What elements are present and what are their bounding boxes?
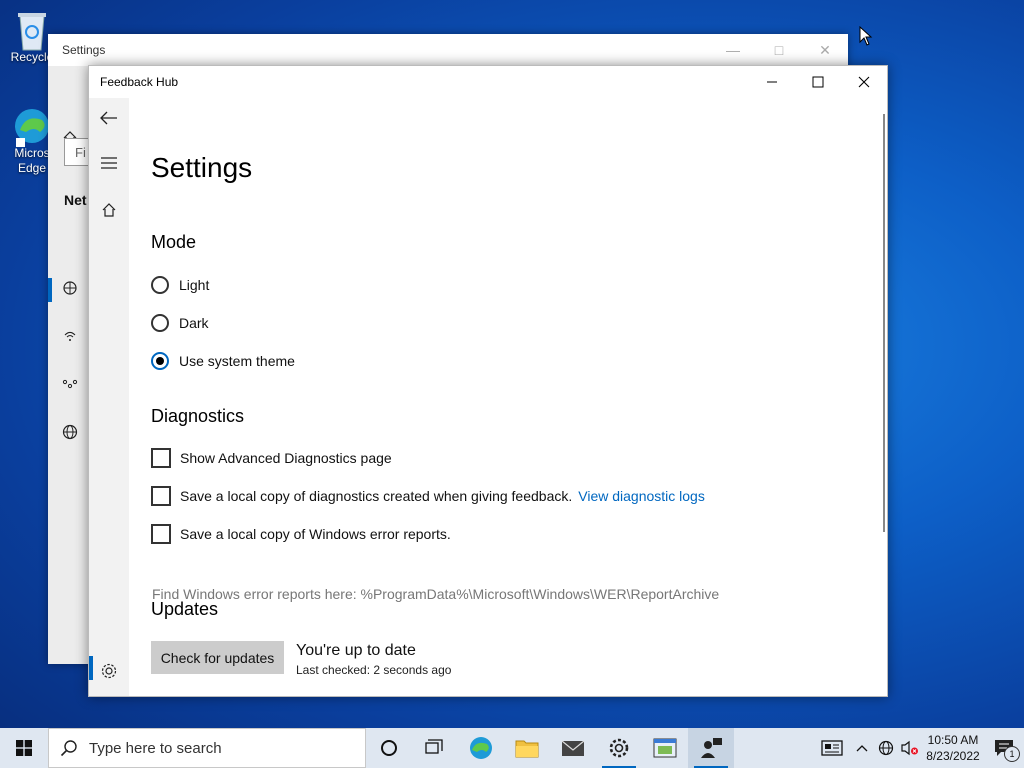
close-button[interactable]: ✕ — [802, 34, 848, 66]
taskbar-file-explorer[interactable] — [504, 728, 550, 768]
last-checked: Last checked: 2 seconds ago — [296, 663, 452, 677]
volume-muted-icon[interactable] — [898, 728, 922, 768]
checkbox-label: Show Advanced Diagnostics page — [180, 450, 392, 466]
system-tray: 10:50 AM 8/23/2022 1 — [814, 728, 1024, 768]
clock-time: 10:50 AM — [927, 733, 979, 747]
search-placeholder: Type here to search — [89, 739, 222, 757]
error-reports-hint: Find Windows error reports here: %Progra… — [152, 586, 720, 602]
checkbox[interactable] — [151, 524, 171, 544]
clock-date: 8/23/2022 — [926, 749, 980, 763]
mouse-cursor-icon — [859, 26, 873, 46]
search-icon — [49, 739, 89, 757]
radio-system-theme[interactable]: Use system theme — [151, 352, 295, 370]
notification-badge: 1 — [1004, 746, 1020, 762]
diagnostics-heading: Diagnostics — [151, 406, 245, 426]
nav-selection-indicator — [48, 278, 52, 302]
radio-label: Dark — [179, 315, 209, 331]
view-diagnostic-logs-link[interactable]: View diagnostic logs — [578, 488, 705, 504]
gear-icon — [101, 663, 117, 679]
taskbar-mail[interactable] — [550, 728, 596, 768]
folder-icon — [515, 740, 539, 758]
task-view-icon — [425, 739, 443, 754]
nav-pane — [89, 98, 129, 696]
feedback-hub-window[interactable]: Feedback Hub Settings Mode Light Dark Us… — [88, 65, 888, 697]
settings-window-title: Settings — [62, 43, 106, 57]
checkbox-save-diagnostics[interactable]: Save a local copy of diagnostics created… — [151, 486, 705, 506]
taskbar-feedback-hub[interactable] — [688, 728, 734, 768]
minimize-button[interactable]: — — [710, 34, 756, 66]
ethernet-icon[interactable] — [62, 376, 80, 394]
globe-icon[interactable] — [62, 424, 80, 442]
back-arrow-icon — [100, 111, 117, 125]
back-button[interactable] — [97, 106, 121, 130]
check-for-updates-button[interactable]: Check for updates — [151, 641, 284, 674]
edge-icon — [12, 104, 52, 147]
nav-selection-indicator — [89, 656, 93, 680]
taskbar-settings[interactable] — [596, 728, 642, 768]
cortana-circle-icon — [381, 740, 397, 756]
news-widget-icon[interactable] — [814, 728, 850, 768]
wifi-icon[interactable] — [62, 328, 80, 346]
home-button[interactable] — [97, 198, 121, 222]
chevron-up-icon[interactable] — [850, 728, 874, 768]
globe-network-icon[interactable] — [62, 280, 80, 298]
radio-button[interactable] — [151, 314, 169, 332]
feedback-hub-titlebar[interactable]: Feedback Hub — [89, 66, 887, 98]
action-center-button[interactable]: 1 — [984, 728, 1024, 768]
settings-content: Settings Mode Light Dark Use system them… — [151, 98, 867, 696]
checkbox-save-error-reports[interactable]: Save a local copy of Windows error repor… — [151, 524, 451, 544]
hamburger-icon — [101, 157, 117, 169]
feedback-hub-icon — [701, 738, 722, 758]
desktop-icon-label: Micros Edge — [14, 146, 50, 175]
mode-heading: Mode — [151, 232, 197, 252]
checkbox[interactable] — [151, 448, 171, 468]
radio-button-selected[interactable] — [151, 352, 169, 370]
radio-button[interactable] — [151, 276, 169, 294]
cortana-button[interactable] — [366, 728, 412, 768]
hamburger-menu-button[interactable] — [97, 151, 121, 175]
scrollbar[interactable] — [883, 114, 885, 532]
taskbar-edge[interactable] — [458, 728, 504, 768]
recycle-bin-icon — [12, 8, 52, 51]
radio-label: Light — [179, 277, 210, 293]
home-icon — [102, 203, 116, 217]
minimize-button[interactable] — [749, 66, 795, 98]
network-globe-icon[interactable] — [874, 728, 898, 768]
mail-icon — [561, 740, 585, 756]
clock[interactable]: 10:50 AM 8/23/2022 — [922, 732, 984, 764]
checkbox-label: Save a local copy of diagnostics created… — [180, 488, 573, 504]
radio-label: Use system theme — [179, 353, 295, 369]
taskbar-app-window[interactable] — [642, 728, 688, 768]
checkbox-label: Save a local copy of Windows error repor… — [180, 526, 451, 542]
gear-icon — [609, 738, 629, 758]
task-view-button[interactable] — [412, 728, 458, 768]
maximize-button[interactable]: □ — [756, 34, 802, 66]
section-heading: Net — [64, 192, 87, 208]
update-status: You're up to date — [296, 642, 416, 659]
maximize-button[interactable] — [795, 66, 841, 98]
start-button[interactable] — [0, 728, 48, 768]
radio-dark[interactable]: Dark — [151, 314, 209, 332]
edge-icon — [470, 737, 492, 759]
close-button[interactable] — [841, 66, 887, 98]
page-title: Settings — [151, 152, 253, 183]
settings-nav-button[interactable] — [97, 659, 121, 683]
checkbox-advanced-diagnostics[interactable]: Show Advanced Diagnostics page — [151, 448, 392, 468]
checkbox[interactable] — [151, 486, 171, 506]
windows-logo-icon — [16, 740, 32, 756]
taskbar: Type here to search 10:50 AM 8/23/2022 1 — [0, 728, 1024, 768]
app-window-icon — [653, 738, 677, 758]
window-title: Feedback Hub — [100, 75, 179, 89]
radio-light[interactable]: Light — [151, 276, 209, 294]
settings-titlebar[interactable]: Settings — □ ✕ — [48, 34, 848, 66]
updates-heading: Updates — [151, 599, 219, 619]
taskbar-search-box[interactable]: Type here to search — [48, 728, 366, 768]
